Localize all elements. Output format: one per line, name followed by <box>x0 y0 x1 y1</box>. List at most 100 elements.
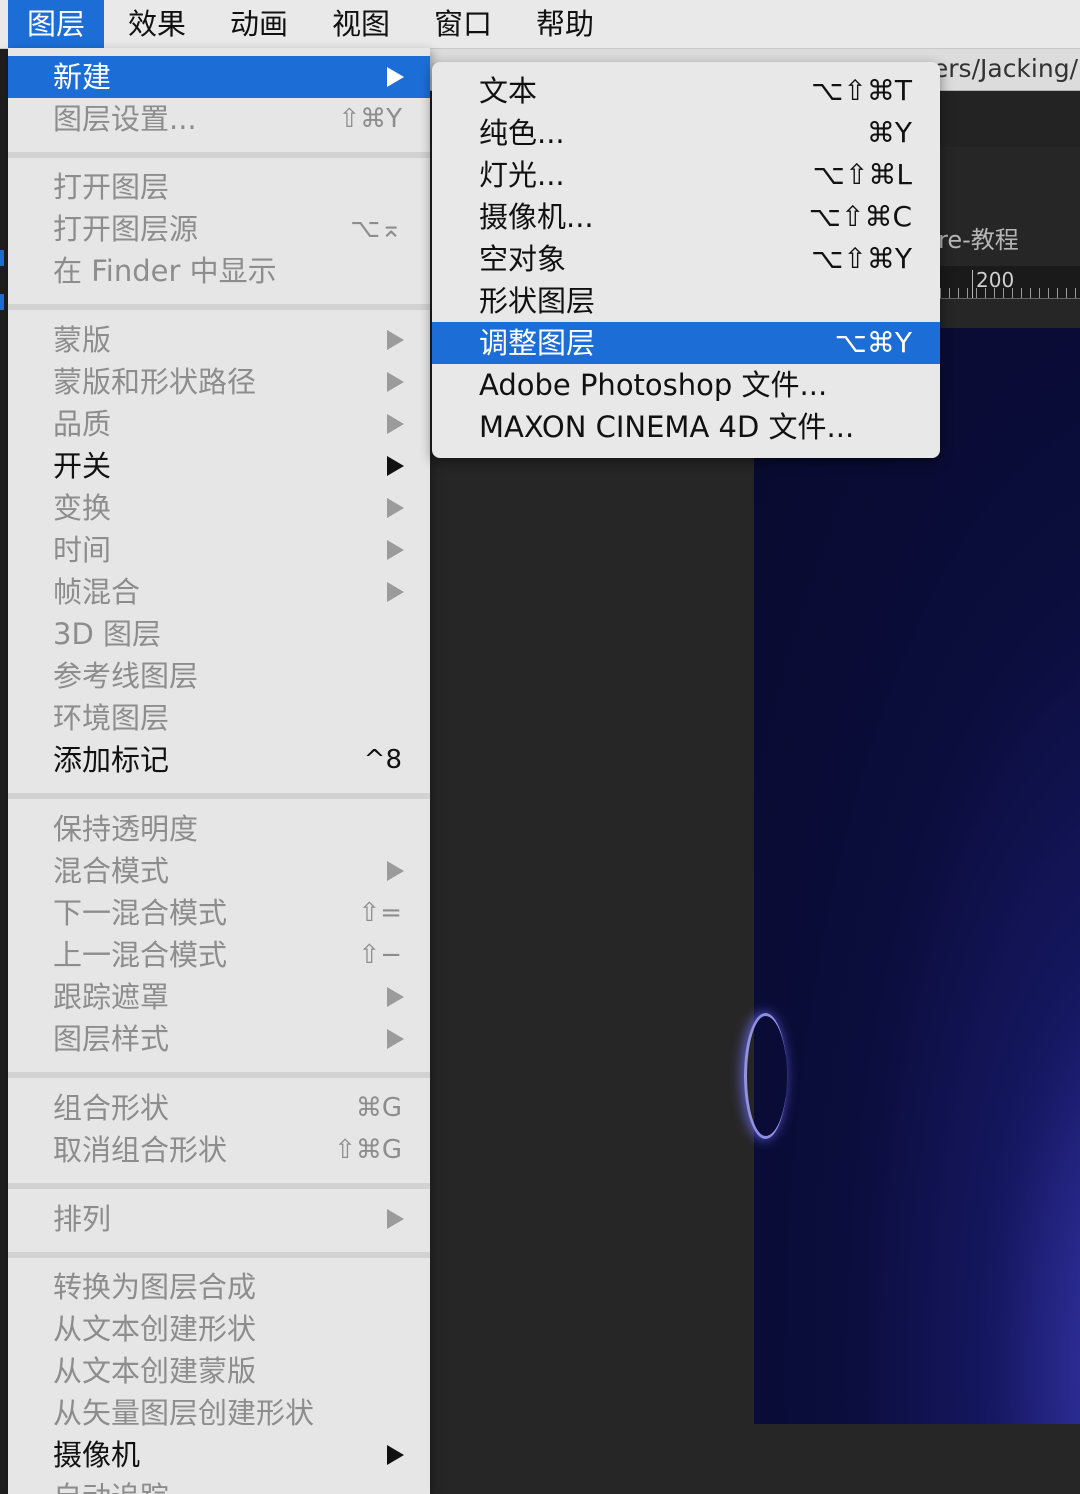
menu-item-blending-mode[interactable]: 混合模式 <box>8 850 430 892</box>
submenu-arrow-icon <box>387 414 404 434</box>
menu-item-label: 新建 <box>53 60 112 94</box>
menu-item-label: 环境图层 <box>53 701 170 735</box>
submenu-item-shortcut: ⌥⇧⌘C <box>808 200 912 233</box>
menu-item-ungroup-shapes[interactable]: 取消组合形状 ⇧⌘G <box>8 1129 430 1171</box>
menu-item-label: 转换为图层合成 <box>53 1270 257 1304</box>
menu-separator <box>8 304 430 310</box>
menubar-help[interactable]: 帮助 <box>517 0 613 48</box>
menu-item-camera[interactable]: 摄像机 <box>8 1434 430 1476</box>
composition-canvas[interactable] <box>754 328 1080 1424</box>
menu-item-environment-layer[interactable]: 环境图层 <box>8 697 430 739</box>
menu-item-create-shapes-from-text[interactable]: 从文本创建形状 <box>8 1308 430 1350</box>
submenu-item-adjustment-layer[interactable]: 调整图层 ⌥⌘Y <box>432 322 940 364</box>
submenu-arrow-icon <box>387 861 404 881</box>
menu-item-mask[interactable]: 蒙版 <box>8 319 430 361</box>
submenu-arrow-icon <box>387 1029 404 1049</box>
menu-item-layer-styles[interactable]: 图层样式 <box>8 1018 430 1060</box>
menu-item-convert-to-precomp[interactable]: 转换为图层合成 <box>8 1266 430 1308</box>
menu-separator <box>8 1183 430 1189</box>
menu-item-add-marker[interactable]: 添加标记 ^8 <box>8 739 430 781</box>
menu-item-label: 在 Finder 中显示 <box>53 254 277 288</box>
submenu-item-label: 灯光... <box>479 158 565 192</box>
submenu-item-shortcut: ⌥⇧⌘Y <box>811 242 912 275</box>
submenu-item-photoshop-file[interactable]: Adobe Photoshop 文件... <box>432 364 940 406</box>
menu-item-next-blending-mode[interactable]: 下一混合模式 ⇧= <box>8 892 430 934</box>
menu-item-label: 跟踪遮罩 <box>53 980 170 1014</box>
menu-item-3d-layer[interactable]: 3D 图层 <box>8 613 430 655</box>
menu-item-transform[interactable]: 变换 <box>8 487 430 529</box>
menu-item-group-shapes[interactable]: 组合形状 ⌘G <box>8 1087 430 1129</box>
submenu-item-label: Adobe Photoshop 文件... <box>479 368 828 402</box>
layer-menu: 新建 图层设置... ⇧⌘Y 打开图层 打开图层源 ⌥⌅ 在 Finder 中显… <box>8 48 430 1494</box>
menu-item-label: 排列 <box>53 1202 112 1236</box>
submenu-item-text[interactable]: 文本 ⌥⇧⌘T <box>432 70 940 112</box>
menu-item-create-masks-from-text[interactable]: 从文本创建蒙版 <box>8 1350 430 1392</box>
submenu-item-label: 调整图层 <box>479 326 596 360</box>
menu-item-track-matte[interactable]: 跟踪遮罩 <box>8 976 430 1018</box>
menu-item-label: 保持透明度 <box>53 812 199 846</box>
menu-item-quality[interactable]: 品质 <box>8 403 430 445</box>
menu-item-label: 变换 <box>53 491 112 525</box>
submenu-item-null-object[interactable]: 空对象 ⌥⇧⌘Y <box>432 238 940 280</box>
menu-item-label: 开关 <box>53 449 112 483</box>
submenu-arrow-icon <box>387 540 404 560</box>
menu-item-label: 品质 <box>53 407 112 441</box>
submenu-item-cinema4d-file[interactable]: MAXON CINEMA 4D 文件... <box>432 406 940 448</box>
menu-item-label: 从矢量图层创建形状 <box>53 1396 315 1430</box>
menu-item-switches[interactable]: 开关 <box>8 445 430 487</box>
menu-item-create-shapes-from-vector[interactable]: 从矢量图层创建形状 <box>8 1392 430 1434</box>
submenu-arrow-icon <box>387 1445 404 1465</box>
menu-item-new[interactable]: 新建 <box>8 56 430 98</box>
window-title: ers/Jacking/ <box>932 54 1078 83</box>
menu-item-reveal-in-finder[interactable]: 在 Finder 中显示 <box>8 250 430 292</box>
submenu-item-shortcut: ⌘Y <box>866 116 912 149</box>
submenu-item-label: 纯色... <box>479 116 565 150</box>
composition-tab[interactable]: re-教程 <box>938 220 1019 255</box>
menu-item-label: 组合形状 <box>53 1091 170 1125</box>
menu-item-label: 帧混合 <box>53 575 141 609</box>
menu-separator <box>8 793 430 799</box>
menu-item-label: 时间 <box>53 533 112 567</box>
menubar-animation[interactable]: 动画 <box>211 0 307 48</box>
submenu-item-shortcut: ⌥⇧⌘L <box>812 158 912 191</box>
ruler-ticks <box>940 288 1080 298</box>
submenu-item-label: 空对象 <box>479 242 567 276</box>
menu-item-previous-blending-mode[interactable]: 上一混合模式 ⇧− <box>8 934 430 976</box>
submenu-item-light[interactable]: 灯光... ⌥⇧⌘L <box>432 154 940 196</box>
submenu-arrow-icon <box>387 456 404 476</box>
menu-item-label: 下一混合模式 <box>53 896 228 930</box>
menu-item-shortcut: ⌥⌅ <box>350 214 402 244</box>
new-submenu: 文本 ⌥⇧⌘T 纯色... ⌘Y 灯光... ⌥⇧⌘L 摄像机... ⌥⇧⌘C … <box>432 62 940 458</box>
menubar-layer[interactable]: 图层 <box>8 0 105 48</box>
menu-item-label: 取消组合形状 <box>53 1133 228 1167</box>
menu-item-mask-and-shape-path[interactable]: 蒙版和形状路径 <box>8 361 430 403</box>
menu-item-time[interactable]: 时间 <box>8 529 430 571</box>
submenu-item-camera[interactable]: 摄像机... ⌥⇧⌘C <box>432 196 940 238</box>
menubar-window[interactable]: 窗口 <box>415 0 511 48</box>
menubar-view[interactable]: 视图 <box>313 0 409 48</box>
menu-item-label: 自动追踪 <box>53 1476 169 1494</box>
menu-item-auto-trace[interactable]: 自动追踪 <box>8 1476 430 1494</box>
menu-item-frame-blending[interactable]: 帧混合 <box>8 571 430 613</box>
menu-item-label: 添加标记 <box>53 743 170 777</box>
menu-item-label: 混合模式 <box>53 854 170 888</box>
submenu-item-shortcut: ⌥⌘Y <box>834 326 912 359</box>
submenu-item-label: 形状图层 <box>479 284 596 318</box>
submenu-arrow-icon <box>387 330 404 350</box>
menu-item-layer-settings[interactable]: 图层设置... ⇧⌘Y <box>8 98 430 140</box>
menu-separator <box>8 152 430 158</box>
menu-item-preserve-transparency[interactable]: 保持透明度 <box>8 808 430 850</box>
menu-item-label: 从文本创建形状 <box>53 1312 257 1346</box>
menu-item-label: 蒙版和形状路径 <box>53 365 257 399</box>
menubar-effect[interactable]: 效果 <box>109 0 205 48</box>
submenu-item-shape-layer[interactable]: 形状图层 <box>432 280 940 322</box>
submenu-arrow-icon <box>387 1209 404 1229</box>
menu-item-shortcut: ⇧⌘G <box>334 1135 402 1165</box>
menu-item-arrange[interactable]: 排列 <box>8 1198 430 1240</box>
submenu-item-solid[interactable]: 纯色... ⌘Y <box>432 112 940 154</box>
menu-item-open-layer[interactable]: 打开图层 <box>8 166 430 208</box>
menu-item-guide-layer[interactable]: 参考线图层 <box>8 655 430 697</box>
menu-item-label: 图层样式 <box>53 1022 170 1056</box>
submenu-item-shortcut: ⌥⇧⌘T <box>811 74 912 107</box>
menu-item-open-layer-source[interactable]: 打开图层源 ⌥⌅ <box>8 208 430 250</box>
